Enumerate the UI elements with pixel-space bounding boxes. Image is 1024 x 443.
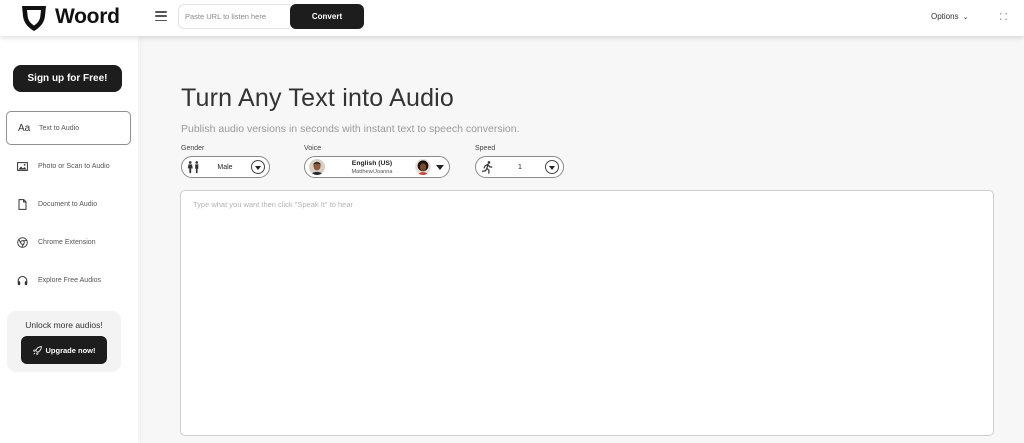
speed-label: Speed <box>475 145 496 152</box>
logo[interactable]: Woord <box>19 2 120 32</box>
speed-value: 1 <box>518 163 522 171</box>
rocket-icon <box>32 345 42 355</box>
speed-select[interactable]: 1 <box>475 156 564 178</box>
voice-caret-icon <box>436 165 444 170</box>
sidebar-item-label: Chrome Extension <box>38 238 96 246</box>
running-person-icon <box>481 161 493 174</box>
gender-label: Gender <box>181 145 205 152</box>
upgrade-button[interactable]: Upgrade now! <box>21 336 107 364</box>
signup-button[interactable]: Sign up for Free! <box>13 65 122 92</box>
options-label: Options <box>931 12 959 21</box>
sidebar: Sign up for Free! Aa Text to Audio Photo… <box>0 36 138 443</box>
sidebar-item-chrome-extension[interactable]: Chrome Extension <box>6 225 131 259</box>
sidebar-item-photo-to-audio[interactable]: Photo or Scan to Audio <box>6 149 131 183</box>
text-aa-icon: Aa <box>18 122 31 134</box>
gender-value: Male <box>217 163 233 171</box>
upgrade-label: Upgrade now! <box>45 345 96 355</box>
headphones-icon <box>17 275 31 286</box>
voice-label: Voice <box>304 145 322 152</box>
sidebar-item-label: Document to Audio <box>38 200 98 208</box>
sidebar-item-label: Explore Free Audios <box>38 276 102 284</box>
logo-text: Woord <box>55 5 120 28</box>
convert-button[interactable]: Convert <box>290 4 364 29</box>
voice-language: English (US) <box>351 160 393 167</box>
main-content: Turn Any Text into Audio Publish audio v… <box>140 36 1024 443</box>
page-subtitle: Publish audio versions in seconds with i… <box>181 123 520 135</box>
unlock-text: Unlock more audios! <box>25 320 103 330</box>
fullscreen-icon[interactable] <box>1000 13 1007 20</box>
options-dropdown[interactable]: Options ⌄ <box>931 12 968 21</box>
chevron-down-icon: ⌄ <box>962 13 969 21</box>
chevron-down-circle-icon <box>251 160 265 174</box>
sidebar-item-text-to-audio[interactable]: Aa Text to Audio <box>6 111 131 145</box>
male-female-icon <box>187 161 199 174</box>
document-icon <box>17 198 31 210</box>
url-input[interactable] <box>178 4 290 29</box>
upgrade-promo-card: Unlock more audios! Upgrade now! <box>7 311 121 372</box>
sidebar-item-label: Text to Audio <box>39 124 80 132</box>
woord-shield-logo-icon <box>22 6 46 31</box>
male-voice-avatar <box>309 159 325 175</box>
voice-names: Matthew/Joanna <box>351 169 393 175</box>
gender-select[interactable]: Male <box>181 156 270 178</box>
hamburger-menu-icon[interactable] <box>155 11 167 21</box>
sidebar-item-explore-free-audios[interactable]: Explore Free Audios <box>6 263 131 297</box>
page-title: Turn Any Text into Audio <box>181 84 455 112</box>
sidebar-item-label: Photo or Scan to Audio <box>38 162 110 170</box>
female-voice-avatar <box>415 159 431 175</box>
sidebar-item-document-to-audio[interactable]: Document to Audio <box>6 187 131 221</box>
text-input-area[interactable] <box>180 190 994 436</box>
top-bar: Woord Convert Options ⌄ <box>0 0 1024 36</box>
image-icon <box>17 161 31 172</box>
chevron-down-circle-icon <box>545 160 559 174</box>
chrome-icon <box>17 236 31 248</box>
voice-select[interactable]: English (US) Matthew/Joanna <box>304 156 450 178</box>
